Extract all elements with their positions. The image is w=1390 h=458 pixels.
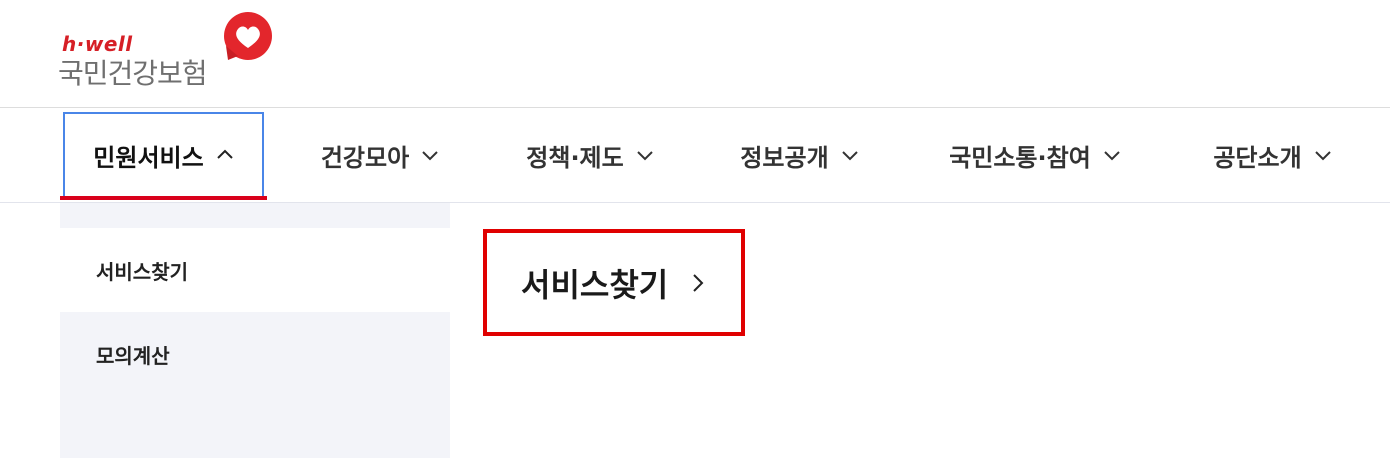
nav-item-info-disclosure[interactable]: 정보공개 — [722, 112, 877, 198]
nav-item-health-moa[interactable]: 건강모아 — [300, 112, 460, 198]
chevron-down-icon — [422, 151, 438, 161]
submenu-panel: 서비스찾기 모의계산 — [60, 203, 450, 458]
submenu-item-mock-calc[interactable]: 모의계산 — [60, 312, 450, 396]
nav-item-participation[interactable]: 국민소통·참여 — [925, 112, 1145, 198]
logo-org-text: 국민건강보험 — [58, 57, 208, 90]
nav-label: 국민소통·참여 — [949, 143, 1091, 172]
submenu-item-label: 모의계산 — [96, 343, 170, 368]
nav-item-about[interactable]: 공단소개 — [1190, 112, 1355, 198]
nav-item-policy[interactable]: 정책·제도 — [505, 112, 675, 198]
nav-label: 정책·제도 — [526, 143, 624, 172]
chevron-down-icon — [1314, 151, 1331, 161]
nav-item-civil-service[interactable]: 민원서비스 — [63, 112, 264, 198]
submenu-title-link[interactable]: 서비스찾기 — [483, 229, 745, 336]
main-nav: 민원서비스 건강모아 정책·제도 정보공개 국민소통·참여 공단소개 — [0, 108, 1390, 202]
nhis-logo[interactable]: h·well 국민건강보험 — [58, 10, 278, 90]
site-header: h·well 국민건강보험 — [0, 0, 1390, 108]
submenu-item-service-finder[interactable]: 서비스찾기 — [60, 228, 450, 312]
chevron-right-icon — [693, 273, 704, 292]
nav-label: 정보공개 — [740, 143, 829, 172]
submenu-title-text: 서비스찾기 — [521, 265, 669, 304]
heart-icon — [224, 12, 272, 60]
chevron-down-icon — [637, 151, 653, 161]
nav-label: 건강모아 — [320, 143, 410, 172]
nav-label: 민원서비스 — [93, 143, 204, 172]
nav-label: 공단소개 — [1213, 143, 1302, 172]
chevron-down-icon — [1104, 151, 1120, 161]
submenu-item-label: 서비스찾기 — [96, 259, 188, 284]
active-tab-underline — [60, 196, 267, 200]
chevron-down-icon — [841, 151, 858, 161]
chevron-up-icon — [216, 149, 233, 159]
